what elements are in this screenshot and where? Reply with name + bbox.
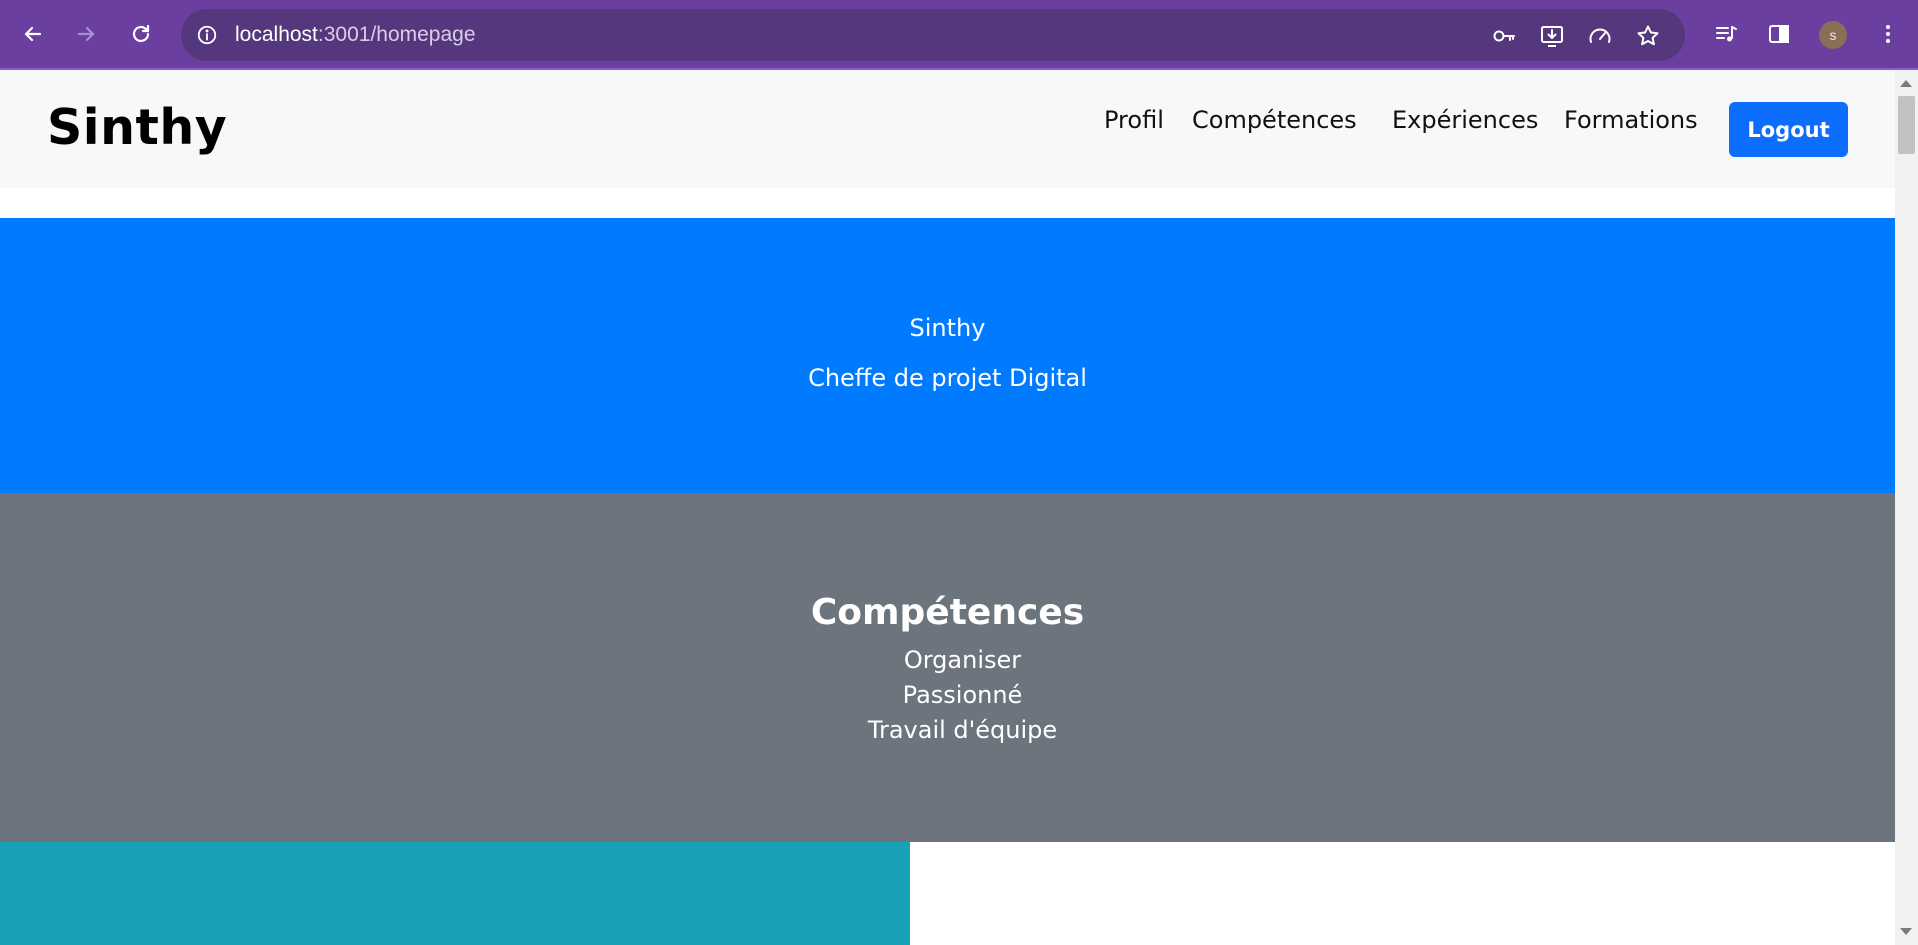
experiences-panel <box>0 842 910 945</box>
nav-link-formations[interactable]: Formations <box>1564 104 1698 136</box>
profile-avatar[interactable]: s <box>1819 21 1847 49</box>
star-icon[interactable] <box>1635 23 1661 49</box>
back-icon[interactable] <box>15 16 51 52</box>
scroll-up-icon[interactable] <box>1900 80 1912 87</box>
page-viewport: Sinthy Profil Compétences Expériences Fo… <box>0 70 1895 945</box>
browser-toolbar: localhost:3001/homepage s <box>0 0 1918 70</box>
skills-list: Organiser Passionné Travail d'équipe <box>0 643 1895 748</box>
nav-link-competences[interactable]: Compétences <box>1192 104 1357 136</box>
scroll-down-icon[interactable] <box>1900 928 1912 935</box>
skill-item: Travail d'équipe <box>867 716 1058 744</box>
nav-link-experiences[interactable]: Expériences <box>1392 104 1538 136</box>
scrollbar-thumb[interactable] <box>1898 96 1915 154</box>
skills-section: Compétences Organiser Passionné Travail … <box>0 493 1895 842</box>
brand-logo[interactable]: Sinthy <box>47 96 227 160</box>
url-path: :3001/homepage <box>317 23 476 46</box>
nav-link-profil[interactable]: Profil <box>1104 104 1164 136</box>
site-navbar: Sinthy Profil Compétences Expériences Fo… <box>0 70 1895 188</box>
skill-item: Passionné <box>902 681 1023 709</box>
page-scrollbar[interactable] <box>1895 70 1918 945</box>
hero-section: Sinthy Cheffe de projet Digital <box>0 218 1895 493</box>
forward-icon[interactable] <box>68 16 104 52</box>
site-info-icon[interactable] <box>195 23 219 47</box>
url-text[interactable]: localhost:3001/homepage <box>235 22 476 48</box>
url-host: localhost <box>235 23 318 46</box>
logout-button[interactable]: Logout <box>1729 102 1848 157</box>
skill-item: Organiser <box>903 646 1022 674</box>
side-panel-icon[interactable] <box>1761 16 1797 52</box>
menu-icon[interactable] <box>1870 16 1906 52</box>
key-icon[interactable] <box>1491 23 1517 49</box>
address-bar[interactable]: localhost:3001/homepage <box>181 9 1685 61</box>
hero-name: Sinthy <box>909 314 986 342</box>
skills-heading: Compétences <box>810 592 1085 633</box>
media-icon[interactable] <box>1708 16 1744 52</box>
performance-icon[interactable] <box>1587 23 1613 49</box>
hero-job-title: Cheffe de projet Digital <box>808 364 1087 392</box>
install-app-icon[interactable] <box>1539 23 1565 49</box>
reload-icon[interactable] <box>123 16 159 52</box>
